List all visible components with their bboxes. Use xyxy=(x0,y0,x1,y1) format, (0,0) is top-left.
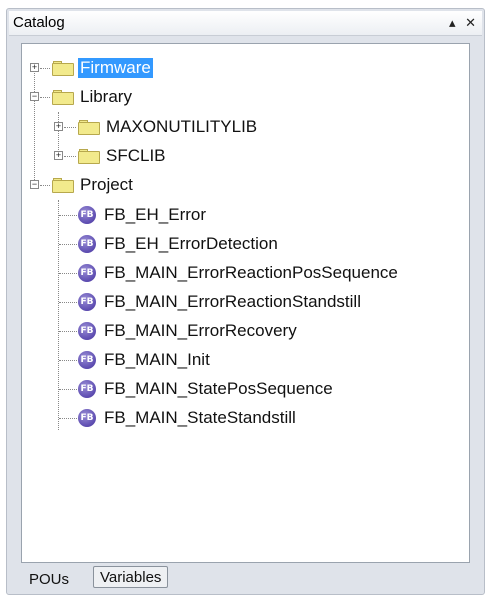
tree-node-fb-main-errorreactionpossequence[interactable]: FB FB_MAIN_ErrorReactionPosSequence xyxy=(78,261,400,285)
tree-node-fb-main-init[interactable]: FB FB_MAIN_Init xyxy=(78,348,212,372)
expand-maxonutilitylib-toggle[interactable]: + xyxy=(54,122,63,131)
folder-icon xyxy=(78,119,100,135)
function-block-icon: FB xyxy=(78,235,96,253)
function-block-icon: FB xyxy=(78,264,96,282)
tree-node-maxonutilitylib[interactable]: MAXONUTILITYLIB xyxy=(78,115,259,139)
function-block-icon: FB xyxy=(78,206,96,224)
expand-sfclib-toggle[interactable]: + xyxy=(54,151,63,160)
function-block-icon: FB xyxy=(78,351,96,369)
tree-node-fb-main-statestandstill[interactable]: FB FB_MAIN_StateStandstill xyxy=(78,406,298,430)
function-block-icon: FB xyxy=(78,293,96,311)
panel-titlebar: Catalog ▴ ✕ xyxy=(9,11,482,36)
tree-node-fb-eh-errordetection[interactable]: FB FB_EH_ErrorDetection xyxy=(78,232,280,256)
close-icon[interactable]: ✕ xyxy=(465,15,476,31)
pin-icon[interactable]: ▴ xyxy=(449,15,456,31)
collapse-project-toggle[interactable]: − xyxy=(30,180,39,189)
tree-node-project[interactable]: Project xyxy=(52,173,135,197)
folder-icon xyxy=(52,89,74,105)
tab-variables[interactable]: Variables xyxy=(93,566,169,588)
function-block-icon: FB xyxy=(78,380,96,398)
collapse-library-toggle[interactable]: − xyxy=(30,92,39,101)
tree-node-fb-eh-error[interactable]: FB FB_EH_Error xyxy=(78,203,208,227)
tree-node-fb-main-stateposssequence[interactable]: FB FB_MAIN_StatePosSequence xyxy=(78,377,335,401)
function-block-icon: FB xyxy=(78,322,96,340)
panel-title: Catalog xyxy=(13,14,65,31)
catalog-panel: Catalog ▴ ✕ + Firmware − Library + MAXON… xyxy=(6,8,485,595)
tree-node-sfclib[interactable]: SFCLIB xyxy=(78,144,168,168)
folder-icon xyxy=(52,177,74,193)
folder-icon xyxy=(78,148,100,164)
catalog-tree: + Firmware − Library + MAXONUTILITYLIB +… xyxy=(21,43,470,563)
tree-node-fb-main-errorreactionstandstill[interactable]: FB FB_MAIN_ErrorReactionStandstill xyxy=(78,290,363,314)
function-block-icon: FB xyxy=(78,409,96,427)
expand-firmware-toggle[interactable]: + xyxy=(30,63,39,72)
tree-node-fb-main-errorrecovery[interactable]: FB FB_MAIN_ErrorRecovery xyxy=(78,319,299,343)
tab-pous[interactable]: POUs xyxy=(23,569,76,591)
tree-node-library[interactable]: Library xyxy=(52,85,134,109)
tree-node-firmware[interactable]: Firmware xyxy=(52,56,153,80)
folder-icon xyxy=(52,60,74,76)
